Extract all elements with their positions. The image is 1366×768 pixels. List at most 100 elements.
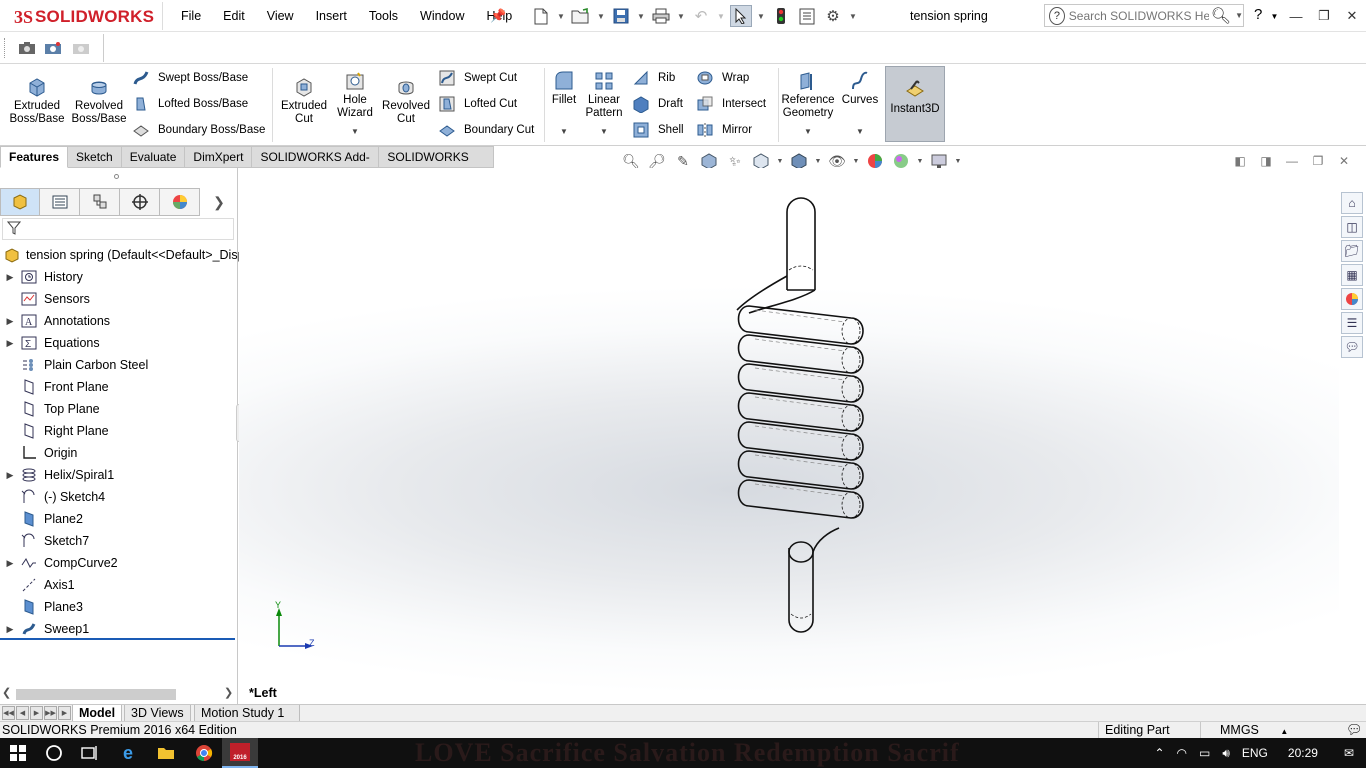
- wifi-icon[interactable]: ◠: [1171, 746, 1193, 760]
- view-palette-icon[interactable]: ▦: [1341, 264, 1363, 286]
- previous-tab-icon[interactable]: ◀: [16, 706, 29, 720]
- wrap-button[interactable]: Wrap: [696, 67, 749, 89]
- menu-window[interactable]: Window: [409, 9, 475, 23]
- expand-arrow-icon[interactable]: ▶: [0, 316, 20, 327]
- tree-item-origin[interactable]: Origin: [0, 442, 238, 464]
- tab-addins[interactable]: SOLIDWORKS Add-Ins: [252, 146, 380, 185]
- new-document-icon[interactable]: [530, 5, 552, 27]
- extruded-cut-button[interactable]: Extruded Cut: [278, 76, 330, 126]
- stop-record-icon[interactable]: [70, 38, 92, 58]
- linear-pattern-button[interactable]: Linear Pattern: [584, 70, 624, 120]
- search-icon[interactable]: 🔍︎: [1211, 6, 1231, 26]
- tree-item-compcurve2[interactable]: ▶ CompCurve2: [0, 552, 238, 574]
- tab-model[interactable]: Model: [72, 705, 123, 722]
- design-library-icon[interactable]: ◫: [1341, 216, 1363, 238]
- expand-arrow-icon[interactable]: ▶: [0, 338, 20, 349]
- swept-boss-button[interactable]: Swept Boss/Base: [132, 67, 248, 89]
- revolved-cut-button[interactable]: Revolved Cut: [380, 76, 432, 126]
- panel-splitter-handle[interactable]: [114, 174, 119, 179]
- tree-item-plane3[interactable]: Plane3: [0, 596, 238, 618]
- chevron-down-icon[interactable]: ▼: [852, 158, 860, 165]
- chevron-right-icon[interactable]: ❯: [200, 188, 238, 216]
- tree-item-sensors[interactable]: Sensors: [0, 288, 238, 310]
- toolbar-grip[interactable]: [4, 38, 7, 58]
- extruded-boss-button[interactable]: Extruded Boss/Base: [8, 76, 66, 126]
- dimxpert-manager-icon[interactable]: [120, 188, 160, 216]
- rollback-bar[interactable]: [0, 638, 235, 640]
- print-icon[interactable]: [650, 5, 672, 27]
- chevron-down-icon[interactable]: ▼: [814, 158, 822, 165]
- clock[interactable]: 20:29: [1274, 746, 1332, 760]
- tree-item-front-plane[interactable]: Front Plane: [0, 376, 238, 398]
- chevron-down-icon[interactable]: ▼: [856, 127, 864, 136]
- chevron-down-icon[interactable]: ▼: [716, 12, 726, 21]
- help-search-box[interactable]: ? 🔍︎ ▼: [1044, 4, 1244, 27]
- revolved-boss-button[interactable]: Revolved Boss/Base: [70, 76, 128, 126]
- chevron-down-icon[interactable]: ▼: [556, 12, 566, 21]
- solidworks-taskbar-icon[interactable]: 2016: [222, 738, 258, 768]
- tab-dimxpert[interactable]: DimXpert: [185, 146, 253, 168]
- tree-item-plane2[interactable]: Plane2: [0, 508, 238, 530]
- first-tab-icon[interactable]: ◀◀: [2, 706, 15, 720]
- reference-geometry-button[interactable]: Reference Geometry: [780, 70, 836, 120]
- chevron-down-icon[interactable]: ▼: [676, 12, 686, 21]
- menu-view[interactable]: View: [256, 9, 305, 23]
- help-button[interactable]: ? ▼: [1254, 6, 1278, 23]
- solidworks-logo[interactable]: 3S SOLIDWORKS: [14, 6, 154, 28]
- tab-features[interactable]: Features: [0, 146, 69, 168]
- chevron-down-icon[interactable]: ▼: [596, 12, 606, 21]
- forum-icon[interactable]: 💬︎: [1341, 336, 1363, 358]
- tree-root-part[interactable]: tension spring (Default<<Default>_Disp: [0, 244, 245, 266]
- lofted-cut-button[interactable]: Lofted Cut: [438, 93, 517, 115]
- chevron-down-icon[interactable]: ▼: [600, 127, 608, 136]
- boundary-boss-button[interactable]: Boundary Boss/Base: [132, 119, 265, 141]
- rib-button[interactable]: Rib: [632, 67, 675, 89]
- chrome-icon[interactable]: [186, 738, 222, 768]
- expand-arrow-icon[interactable]: ▶: [0, 624, 20, 635]
- tension-spring-model[interactable]: [239, 168, 1339, 704]
- boundary-cut-button[interactable]: Boundary Cut: [438, 119, 534, 141]
- fillet-button[interactable]: Fillet: [548, 70, 580, 107]
- record-video-icon[interactable]: [42, 38, 64, 58]
- tab-evaluate[interactable]: Evaluate: [121, 146, 186, 168]
- expand-arrow-icon[interactable]: ▶: [0, 558, 20, 569]
- chevron-down-icon[interactable]: ▼: [1235, 11, 1243, 20]
- tab-scroll-icon[interactable]: ▶: [58, 706, 71, 720]
- last-tab-icon[interactable]: ▶▶: [44, 706, 57, 720]
- restore-icon[interactable]: ❐: [1310, 0, 1338, 32]
- volume-icon[interactable]: 🔊︎: [1216, 746, 1236, 761]
- file-explorer-icon[interactable]: 📁︎: [1341, 240, 1363, 262]
- tree-item-sketch7[interactable]: Sketch7: [0, 530, 238, 552]
- quick-tips-icon[interactable]: 💬︎: [1346, 722, 1363, 738]
- chevron-down-icon[interactable]: ▼: [776, 158, 784, 165]
- chevron-down-icon[interactable]: ▼: [916, 158, 924, 165]
- battery-icon[interactable]: ▭: [1193, 746, 1216, 760]
- tree-filter[interactable]: [2, 218, 234, 240]
- tab-mbd[interactable]: SOLIDWORKS MBD: [379, 146, 494, 185]
- minimize-icon[interactable]: —: [1282, 0, 1310, 32]
- draft-button[interactable]: Draft: [632, 93, 683, 115]
- file-properties-icon[interactable]: [796, 5, 818, 27]
- save-icon[interactable]: [610, 5, 632, 27]
- graphics-area[interactable]: Y Z *Left: [239, 168, 1339, 704]
- swept-cut-button[interactable]: Swept Cut: [438, 67, 517, 89]
- lofted-boss-button[interactable]: Lofted Boss/Base: [132, 93, 248, 115]
- rebuild-traffic-light-icon[interactable]: [770, 5, 792, 27]
- solidworks-resources-home-icon[interactable]: ⌂: [1341, 192, 1363, 214]
- menu-tools[interactable]: Tools: [358, 9, 409, 23]
- chevron-down-icon[interactable]: ▼: [636, 12, 646, 21]
- tree-item-plain-carbon-steel[interactable]: Plain Carbon Steel: [0, 354, 238, 376]
- open-document-icon[interactable]: [570, 5, 592, 27]
- task-view-icon[interactable]: [72, 738, 108, 768]
- tab-3d-views[interactable]: 3D Views: [124, 705, 191, 722]
- menu-file[interactable]: File: [170, 9, 212, 23]
- expand-arrow-icon[interactable]: ▶: [0, 470, 20, 481]
- close-icon[interactable]: ✕: [1338, 0, 1366, 32]
- select-arrow-icon[interactable]: [730, 5, 752, 27]
- chevron-down-icon[interactable]: ▼: [954, 158, 962, 165]
- options-gear-icon[interactable]: ⚙: [822, 5, 844, 27]
- tab-sketch[interactable]: Sketch: [68, 146, 122, 168]
- chevron-down-icon[interactable]: ▼: [804, 127, 812, 136]
- units-selector[interactable]: MMGS ▲: [1220, 723, 1288, 737]
- chevron-down-icon[interactable]: ▼: [848, 12, 858, 21]
